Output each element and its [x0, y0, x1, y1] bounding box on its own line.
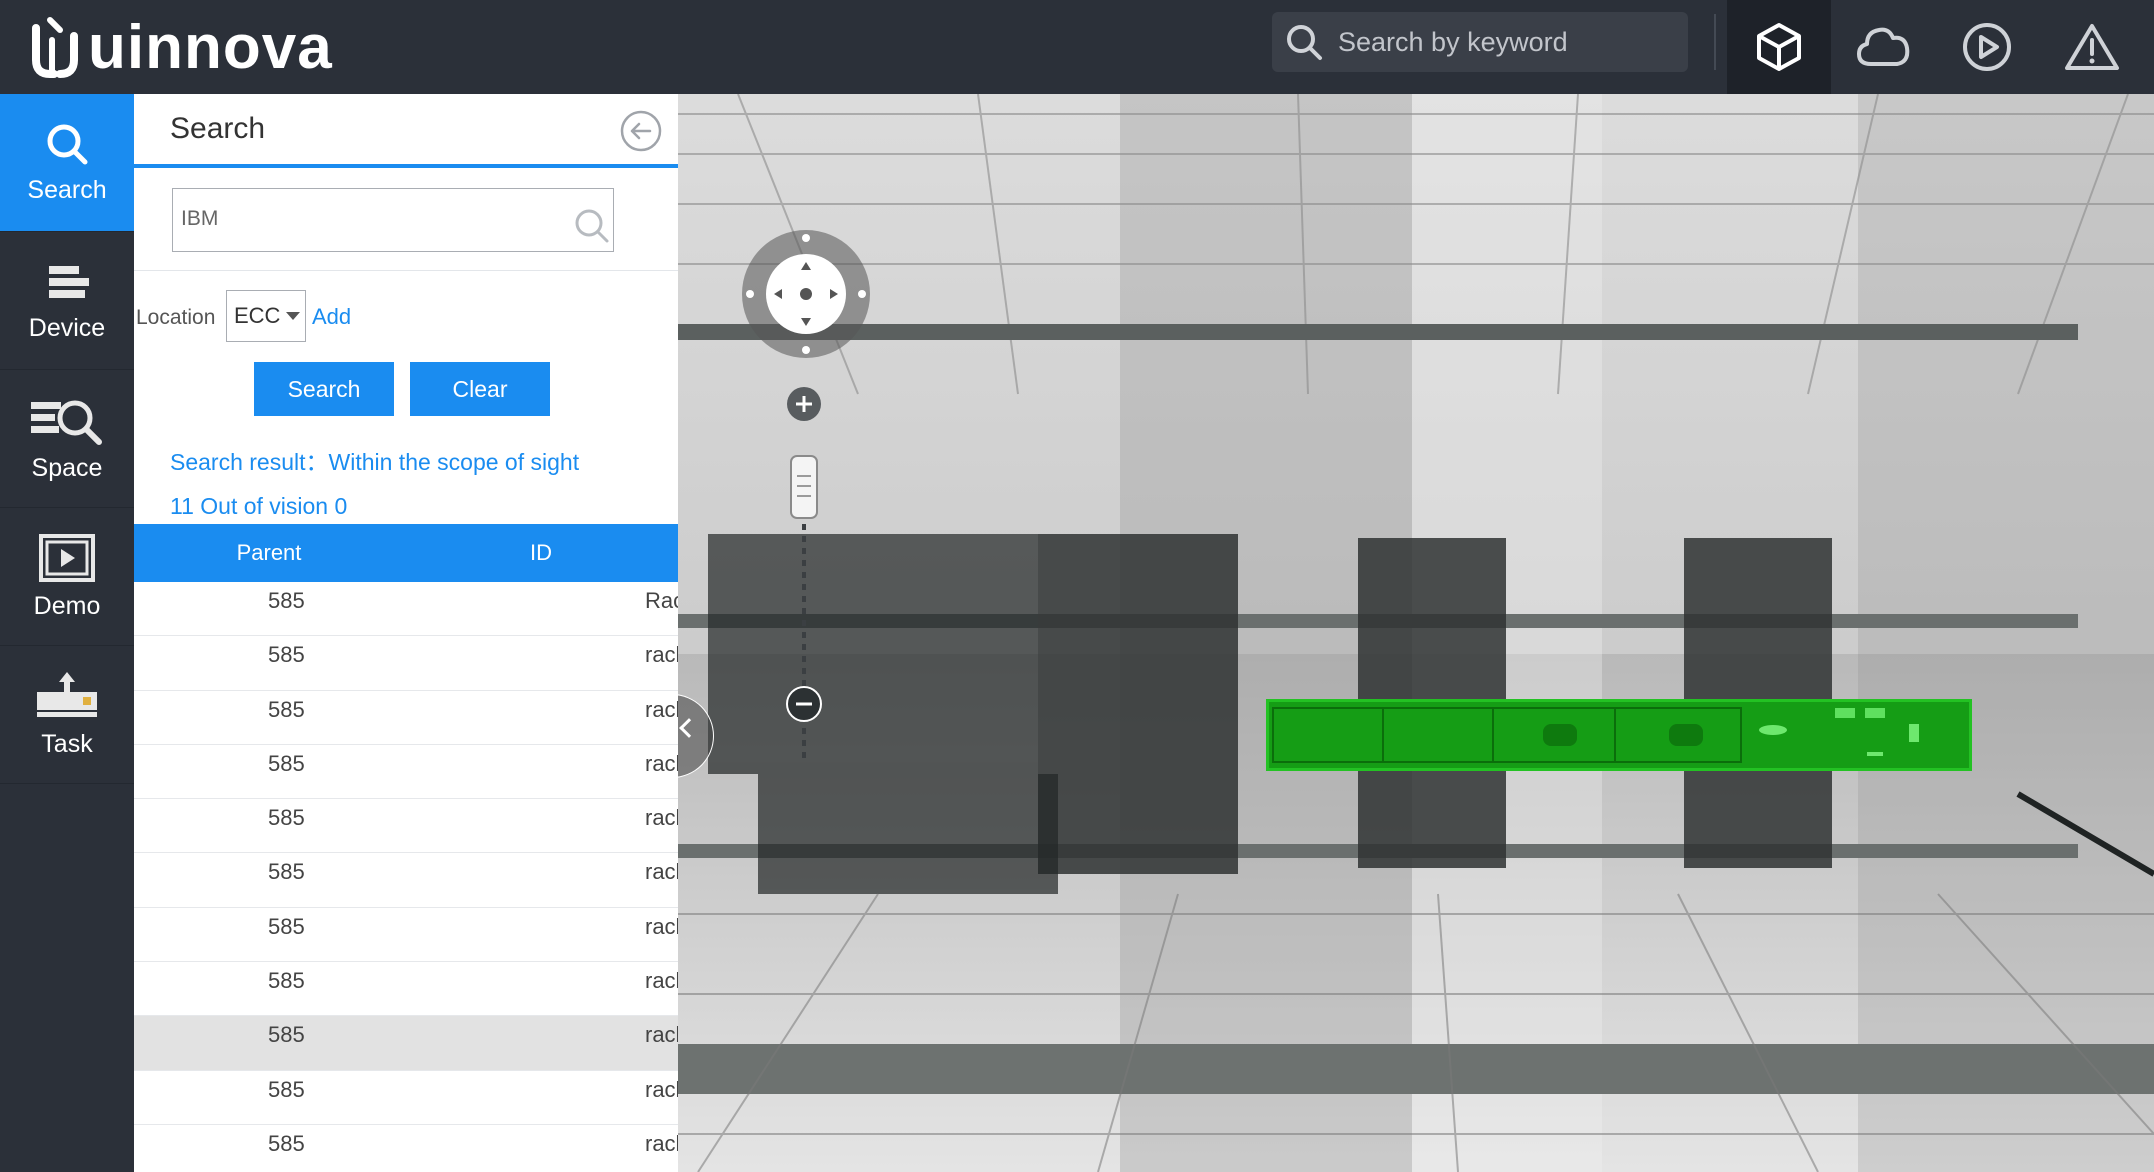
zoom-track[interactable] — [802, 524, 806, 764]
panel-header: Search — [134, 94, 678, 168]
nav-item-label: Task — [41, 730, 93, 758]
cell-id-wrapper: rack5_10 — [404, 1125, 736, 1172]
cell-parent: 585 — [268, 588, 305, 613]
device-icon — [49, 266, 89, 298]
keyword-search-box[interactable] — [172, 188, 614, 252]
table-row[interactable]: 585 Rack5_11 — [134, 582, 742, 637]
zoom-out-button[interactable] — [786, 686, 822, 722]
nav-item-label: Space — [31, 454, 103, 482]
cloud-button[interactable] — [1831, 0, 1935, 94]
cell-parent: 585 — [268, 1022, 305, 1048]
search-result-summary: Search result：Within the scope of sight … — [170, 449, 580, 519]
cell-id-wrapper: rack5_02 — [404, 691, 736, 744]
cell-parent: 585 — [268, 859, 305, 885]
play-button[interactable] — [1935, 0, 2039, 94]
top-bar: uinnova — [0, 0, 2154, 94]
cell-parent: 585 — [268, 1130, 305, 1156]
demo-icon — [39, 534, 95, 582]
brand-logo: uinnova — [30, 4, 333, 90]
table-row[interactable]: 585 rack5_10 — [134, 1125, 736, 1172]
left-nav: Search Device Space Demo Task — [0, 94, 134, 1172]
table-row[interactable]: 585 rack5_03 — [134, 745, 736, 800]
device-faceplate — [1272, 707, 1919, 763]
table-row[interactable]: 585 rack5_08 — [134, 1016, 736, 1071]
cell-parent: 585 — [268, 696, 305, 722]
cell-parent: 585 — [268, 913, 305, 939]
add-location-link[interactable]: Add — [312, 304, 351, 330]
table-body: 585 Rack5_11 585 rack5_01 585 rack5_02 585 rack… — [134, 582, 742, 1172]
panel-title: Search — [170, 112, 266, 145]
table-row[interactable]: 585 rack5_05 — [134, 853, 736, 908]
play-icon — [1963, 23, 2011, 71]
table-row[interactable]: 585 rack5_01 — [134, 636, 736, 691]
3d-viewport[interactable] — [678, 94, 2154, 1172]
top-divider — [1714, 14, 1716, 70]
table-row[interactable]: 585 rack5_02 — [134, 691, 736, 745]
nav-item-label: Device — [28, 314, 106, 342]
cloud-icon — [1857, 27, 1910, 66]
location-label: Location — [136, 306, 216, 329]
zoom-in-button[interactable] — [786, 386, 822, 422]
nav-item-device[interactable]: Device — [0, 232, 134, 370]
warning-icon — [2065, 24, 2119, 70]
nav-item-label: Search — [27, 176, 107, 204]
chevron-left-icon — [679, 718, 699, 738]
cell-id-wrapper: rack5_06 — [404, 908, 736, 961]
results-table: Parent ID 585 Rack5_11 585 rack5_01 585 rack5… — [134, 524, 742, 1172]
cell-id-wrapper: rack5_04 — [404, 799, 736, 852]
nav-item-label: Demo — [33, 592, 101, 620]
cell-parent: 585 — [268, 968, 305, 994]
back-arrow-icon[interactable] — [620, 110, 662, 152]
cell-id-wrapper: rack5_03 — [404, 745, 736, 798]
keyword-search-input[interactable] — [181, 189, 551, 249]
nav-item-demo[interactable]: Demo — [0, 508, 134, 646]
clear-button[interactable]: Clear — [410, 362, 550, 416]
logo-mark-icon — [32, 17, 78, 78]
cell-id-wrapper: rack5_05 — [404, 853, 736, 906]
search-button[interactable]: Search — [254, 362, 394, 416]
column-header-parent[interactable]: Parent — [134, 524, 404, 582]
pan-navigation-control[interactable] — [740, 228, 872, 360]
global-search-input[interactable] — [1338, 26, 1658, 58]
brand-name: uinnova — [88, 12, 333, 82]
cell-id-wrapper: rack5_01 — [404, 636, 736, 689]
table-row[interactable]: 585 rack5_04 — [134, 799, 736, 854]
table-row[interactable]: 585 rack5_07 — [134, 962, 736, 1017]
global-search-box[interactable] — [1272, 12, 1688, 72]
search-icon — [47, 124, 88, 165]
column-header-id[interactable]: ID — [404, 524, 678, 582]
search-panel: Search Location ECC Add Search Clear Sea… — [134, 94, 742, 1172]
cell-parent: 585 — [268, 1076, 305, 1102]
cell-parent: 585 — [268, 805, 305, 831]
search-icon[interactable] — [573, 207, 611, 245]
location-select-value: ECC — [234, 303, 281, 328]
table-row[interactable]: 585 rack5_06 — [134, 908, 736, 963]
3d-view-button[interactable] — [1727, 0, 1831, 94]
chevron-down-icon — [286, 312, 301, 320]
highlighted-device[interactable] — [1266, 699, 1972, 771]
divider — [134, 270, 678, 271]
table-row[interactable]: 585 rack5_09 — [134, 1071, 736, 1125]
cell-id-wrapper: rack5_07 — [404, 962, 736, 1015]
cell-id-wrapper: Rack5_11 — [404, 582, 742, 635]
nav-item-task[interactable]: Task — [0, 646, 134, 784]
cell-id-wrapper: rack5_08 — [404, 1016, 736, 1069]
alarm-button[interactable] — [2040, 0, 2144, 94]
nav-item-space[interactable]: Space — [0, 370, 134, 508]
task-icon — [37, 672, 97, 717]
search-icon — [1287, 25, 1322, 60]
nav-item-search[interactable]: Search — [0, 94, 134, 232]
space-icon — [31, 400, 102, 445]
cell-id-wrapper: rack5_09 — [404, 1071, 736, 1124]
cell-parent: 585 — [268, 750, 305, 776]
zoom-slider-handle[interactable] — [789, 454, 819, 520]
data-center-scene — [678, 94, 2154, 1172]
cell-parent: 585 — [268, 642, 305, 668]
location-select[interactable]: ECC — [226, 290, 306, 342]
cube-icon — [1757, 23, 1801, 71]
table-header: Parent ID — [134, 524, 678, 582]
